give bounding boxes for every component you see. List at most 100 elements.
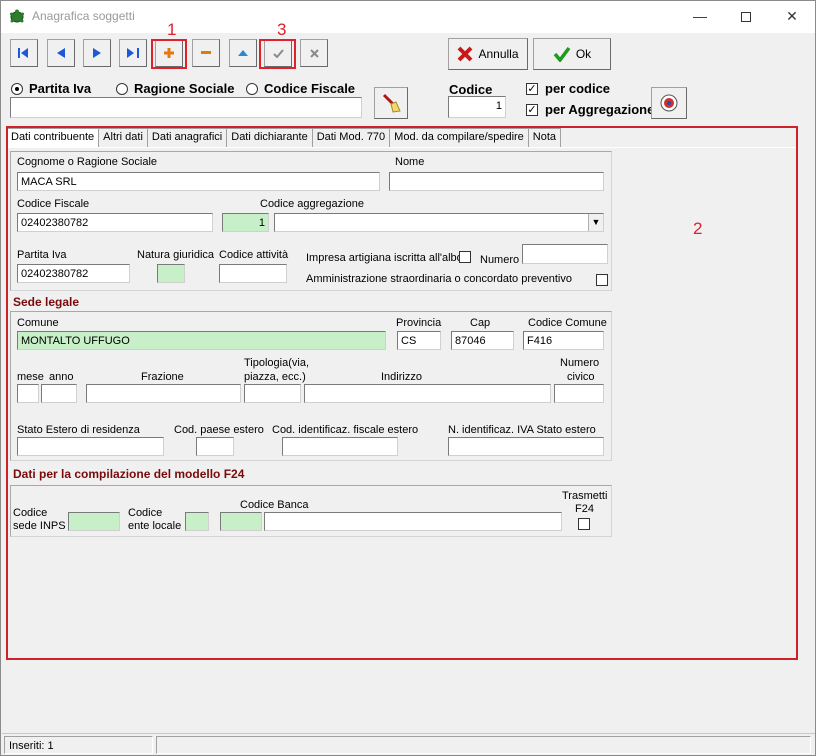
radio-partita-iva-label: Partita Iva (29, 81, 92, 96)
per-aggregazione-checkbox[interactable]: ✓ (526, 104, 538, 116)
impresa-artigiana-label: Impresa artigiana iscritta all'albo (306, 252, 463, 264)
annotation-label-3: 3 (277, 20, 287, 39)
ok-label: Ok (575, 47, 592, 61)
mese-input[interactable] (17, 384, 39, 403)
next-record-button[interactable] (83, 39, 111, 67)
civico-label-line2: civico (567, 371, 595, 383)
edit-record-button[interactable] (229, 39, 257, 67)
chevron-down-icon[interactable]: ▼ (588, 214, 603, 231)
radio-codice-fiscale-dot (246, 82, 258, 95)
nome-label: Nome (395, 156, 425, 168)
natura-giuridica-input[interactable] (157, 264, 185, 283)
codice-ente-locale-input[interactable] (185, 512, 209, 531)
codice-fiscale-input[interactable]: 02402380782 (17, 213, 213, 232)
sede-legale-title: Sede legale (13, 295, 80, 309)
minimize-button[interactable]: — (677, 1, 723, 31)
stato-estero-label: Stato Estero di residenza (17, 424, 140, 436)
partita-iva-input[interactable]: 02402380782 (17, 264, 130, 283)
indirizzo-label: Indirizzo (381, 371, 422, 383)
close-button[interactable]: ✕ (769, 1, 815, 31)
codice-aggregazione-select[interactable]: ▼ (274, 213, 604, 232)
radio-partita-iva-dot (11, 82, 23, 95)
radio-codice-fiscale[interactable]: Codice Fiscale (246, 81, 355, 96)
annulla-button[interactable]: Annulla (448, 38, 528, 70)
cap-label: Cap (470, 317, 491, 329)
codice-sede-inps-input[interactable] (68, 512, 120, 531)
impresa-artigiana-checkbox[interactable] (459, 251, 471, 263)
iva-estero-label: N. identificaz. IVA Stato estero (448, 424, 596, 436)
numero-civico-input[interactable] (554, 384, 604, 403)
natura-giuridica-label: Natura giuridica (137, 249, 215, 261)
trasmetti-f24-checkbox[interactable] (578, 518, 590, 530)
cod-paese-estero-label: Cod. paese estero (174, 424, 264, 436)
frazione-label: Frazione (141, 371, 184, 383)
radio-partita-iva[interactable]: Partita Iva (11, 81, 91, 96)
radio-ragione-sociale[interactable]: Ragione Sociale (116, 81, 234, 96)
per-codice-label: per codice (545, 81, 611, 96)
cod-paese-estero-input[interactable] (196, 437, 234, 456)
numero-input[interactable] (522, 244, 608, 264)
aggregazione-number-field: 1 (222, 213, 269, 232)
aggregazione-tool-button[interactable] (651, 87, 687, 119)
status-bar: Inseriti: 1 (2, 733, 815, 755)
annotation-label-1: 1 (167, 20, 177, 39)
per-aggregazione-label: per Aggregazione (545, 102, 655, 117)
ok-checkmark-icon (553, 46, 571, 62)
comune-input[interactable]: MONTALTO UFFUGO (17, 331, 386, 350)
first-record-button[interactable] (10, 39, 38, 67)
radio-ragione-sociale-dot (116, 82, 128, 95)
codice-sede-inps-label-line2: sede INPS (13, 520, 66, 532)
comune-label: Comune (17, 317, 59, 329)
annotation-label-2: 2 (693, 219, 703, 238)
window-title: Anagrafica soggetti (32, 9, 135, 23)
amministrazione-checkbox[interactable] (596, 274, 608, 286)
application-window: Anagrafica soggetti — ✕ 1 3 Annulla Ok P… (0, 0, 816, 756)
annulla-label: Annulla (478, 47, 519, 61)
inseriti-status: Inseriti: 1 (4, 736, 153, 754)
last-record-button[interactable] (119, 39, 147, 67)
search-tool-button[interactable] (374, 87, 408, 119)
codice-comune-input[interactable]: F416 (523, 331, 604, 350)
mese-label: mese (17, 371, 44, 383)
partita-iva-label: Partita Iva (17, 249, 67, 261)
frazione-input[interactable] (86, 384, 241, 403)
numero-label: Numero (480, 254, 520, 266)
maximize-button[interactable] (723, 1, 769, 31)
tipologia-input[interactable] (244, 384, 301, 403)
cognome-label: Cognome o Ragione Sociale (17, 156, 158, 168)
codice-ente-locale-label-line2: ente locale (128, 520, 182, 532)
cap-input[interactable]: 87046 (451, 331, 514, 350)
cod-identificazione-label: Cod. identificaz. fiscale estero (272, 424, 419, 436)
delete-record-button[interactable] (192, 39, 220, 67)
per-codice-checkbox[interactable]: ✓ (526, 83, 538, 95)
ok-button[interactable]: Ok (533, 38, 611, 70)
brush-icon (382, 93, 401, 113)
codice-comune-label: Codice Comune (528, 317, 607, 329)
delete-icon (201, 51, 211, 54)
codice-banca-code-input[interactable] (220, 512, 262, 531)
cognome-input[interactable]: MACA SRL (17, 172, 380, 191)
tipologia-label-line1: Tipologia(via, (244, 357, 310, 369)
codice-attivita-input[interactable] (219, 264, 287, 283)
cancel-icon (309, 48, 319, 58)
iva-estero-input[interactable] (448, 437, 604, 456)
codice-attivita-label: Codice attività (219, 249, 289, 261)
radio-codice-fiscale-label: Codice Fiscale (264, 81, 356, 96)
codice-input[interactable]: 1 (448, 96, 506, 118)
provincia-input[interactable]: CS (397, 331, 441, 350)
search-input[interactable] (10, 97, 362, 118)
codice-label: Codice (449, 82, 493, 97)
prev-record-button[interactable] (47, 39, 75, 67)
codice-banca-name-input[interactable] (264, 512, 562, 531)
stato-estero-input[interactable] (17, 437, 164, 456)
next-record-icon (93, 48, 101, 58)
annotation-box-3 (259, 39, 296, 69)
indirizzo-input[interactable] (304, 384, 551, 403)
nome-input[interactable] (389, 172, 604, 191)
cod-identificazione-input[interactable] (282, 437, 398, 456)
maximize-icon (741, 12, 751, 23)
annulla-x-icon (458, 46, 473, 62)
cancel-record-button[interactable] (300, 39, 328, 67)
anno-input[interactable] (41, 384, 77, 403)
prev-record-icon (57, 48, 65, 58)
